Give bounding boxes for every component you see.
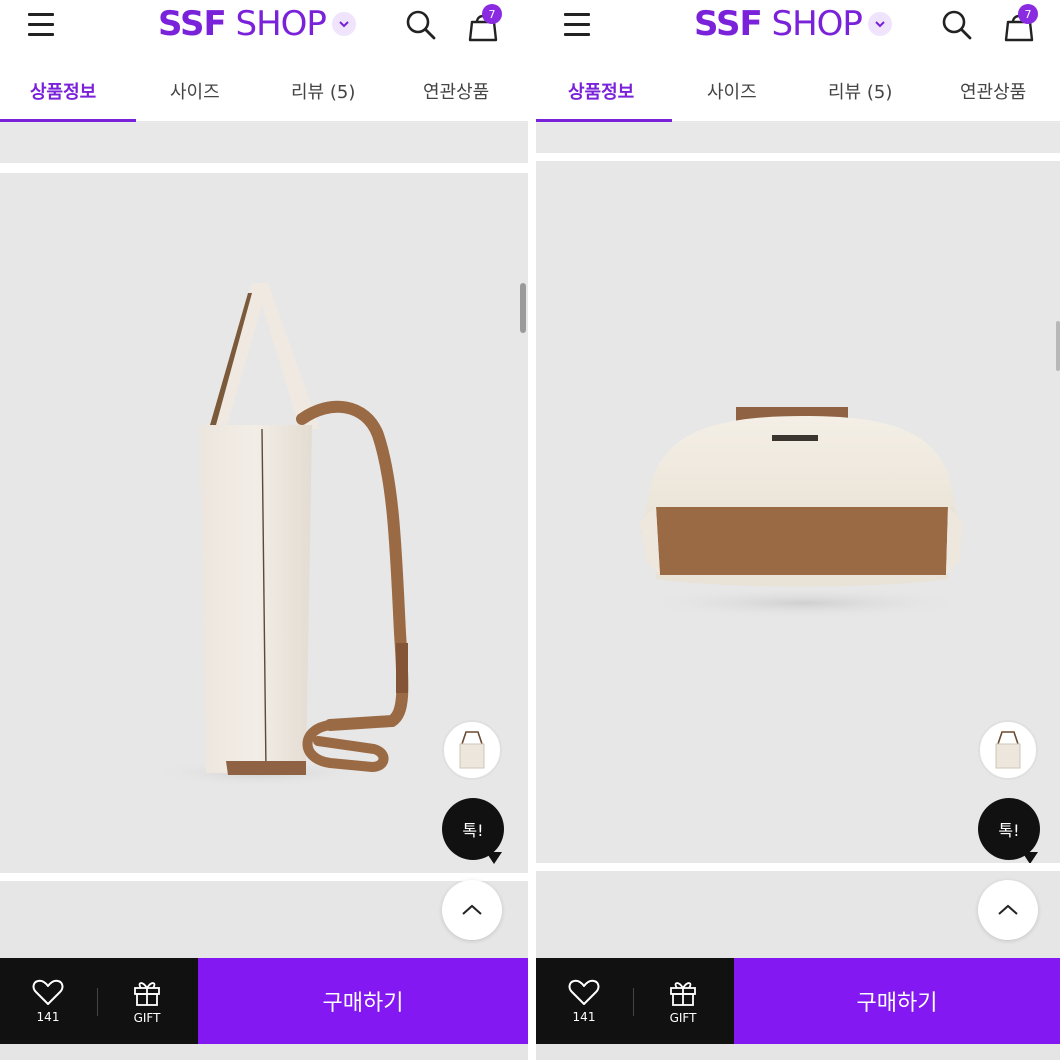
- buy-button[interactable]: 구매하기: [734, 958, 1060, 1044]
- app-header: SSF SHOP 7: [536, 0, 1060, 64]
- bag-thumbnail[interactable]: [978, 720, 1038, 780]
- wishlist-button[interactable]: 141: [0, 958, 96, 1044]
- gift-button[interactable]: GIFT: [634, 958, 732, 1044]
- chat-button[interactable]: 톡!: [978, 798, 1040, 860]
- product-panel-left: SSF SHOP 7 상품정보 사이즈 리뷰 (5) 연관상품 톡! 141 G…: [0, 0, 528, 1060]
- chat-bubble-tail: [486, 852, 502, 864]
- product-tabs: 상품정보 사이즈 리뷰 (5) 연관상품: [0, 64, 528, 122]
- logo[interactable]: SSF SHOP: [158, 4, 356, 44]
- heart-icon: [568, 979, 600, 1005]
- product-panel-right: SSF SHOP 7 상품정보 사이즈 리뷰 (5) 연관상품 톡! 141 G…: [536, 0, 1060, 1060]
- shopping-bag-icon[interactable]: 7: [464, 4, 502, 44]
- active-tab-indicator: [0, 119, 136, 122]
- bag-thumbnail[interactable]: [442, 720, 502, 780]
- bottom-action-bar: 141 GIFT 구매하기: [0, 958, 528, 1044]
- divider: [0, 163, 528, 173]
- active-tab-indicator: [536, 119, 672, 122]
- logo-text: SSF SHOP: [158, 4, 327, 44]
- cart-count-badge: 7: [482, 4, 502, 24]
- gift-button[interactable]: GIFT: [98, 958, 196, 1044]
- gift-label: GIFT: [133, 1011, 161, 1025]
- footer-strip: [0, 1044, 528, 1060]
- wishlist-button[interactable]: 141: [536, 958, 632, 1044]
- chevron-down-icon[interactable]: [331, 12, 356, 36]
- tab-reviews[interactable]: 리뷰 (5): [828, 78, 892, 104]
- tab-related[interactable]: 연관상품: [423, 78, 489, 104]
- wish-count: 141: [36, 1010, 60, 1024]
- chevron-up-icon[interactable]: [978, 880, 1038, 940]
- tab-size[interactable]: 사이즈: [707, 78, 757, 104]
- content-strip: [536, 123, 1060, 153]
- tab-product-info[interactable]: 상품정보: [30, 78, 96, 104]
- tab-reviews[interactable]: 리뷰 (5): [291, 78, 355, 104]
- product-tabs: 상품정보 사이즈 리뷰 (5) 연관상품: [536, 64, 1060, 122]
- tab-related[interactable]: 연관상품: [960, 78, 1026, 104]
- hamburger-icon[interactable]: [24, 10, 60, 42]
- tab-size[interactable]: 사이즈: [170, 78, 220, 104]
- logo-text: SSF SHOP: [694, 4, 863, 44]
- heart-icon: [32, 979, 64, 1005]
- shopping-bag-icon[interactable]: 7: [1000, 4, 1038, 44]
- search-icon[interactable]: [940, 8, 974, 42]
- scrollbar[interactable]: [1056, 321, 1060, 371]
- divider: [536, 863, 1060, 871]
- buy-button[interactable]: 구매하기: [198, 958, 528, 1044]
- scrollbar[interactable]: [520, 283, 526, 333]
- divider: [536, 153, 1060, 161]
- bottom-action-bar: 141 GIFT 구매하기: [536, 958, 1060, 1044]
- gift-label: GIFT: [669, 1011, 697, 1025]
- tab-product-info[interactable]: 상품정보: [568, 78, 634, 104]
- chevron-up-icon[interactable]: [442, 880, 502, 940]
- divider: [0, 873, 528, 881]
- content-strip: [0, 123, 528, 163]
- wish-count: 141: [572, 1010, 596, 1024]
- chat-button[interactable]: 톡!: [442, 798, 504, 860]
- gift-icon: [670, 982, 696, 1006]
- gift-icon: [134, 982, 160, 1006]
- app-header: SSF SHOP 7: [0, 0, 528, 64]
- cart-count-badge: 7: [1018, 4, 1038, 24]
- footer-strip: [536, 1044, 1060, 1060]
- hamburger-icon[interactable]: [560, 10, 596, 42]
- chevron-down-icon[interactable]: [867, 12, 892, 36]
- search-icon[interactable]: [404, 8, 438, 42]
- logo[interactable]: SSF SHOP: [694, 4, 892, 44]
